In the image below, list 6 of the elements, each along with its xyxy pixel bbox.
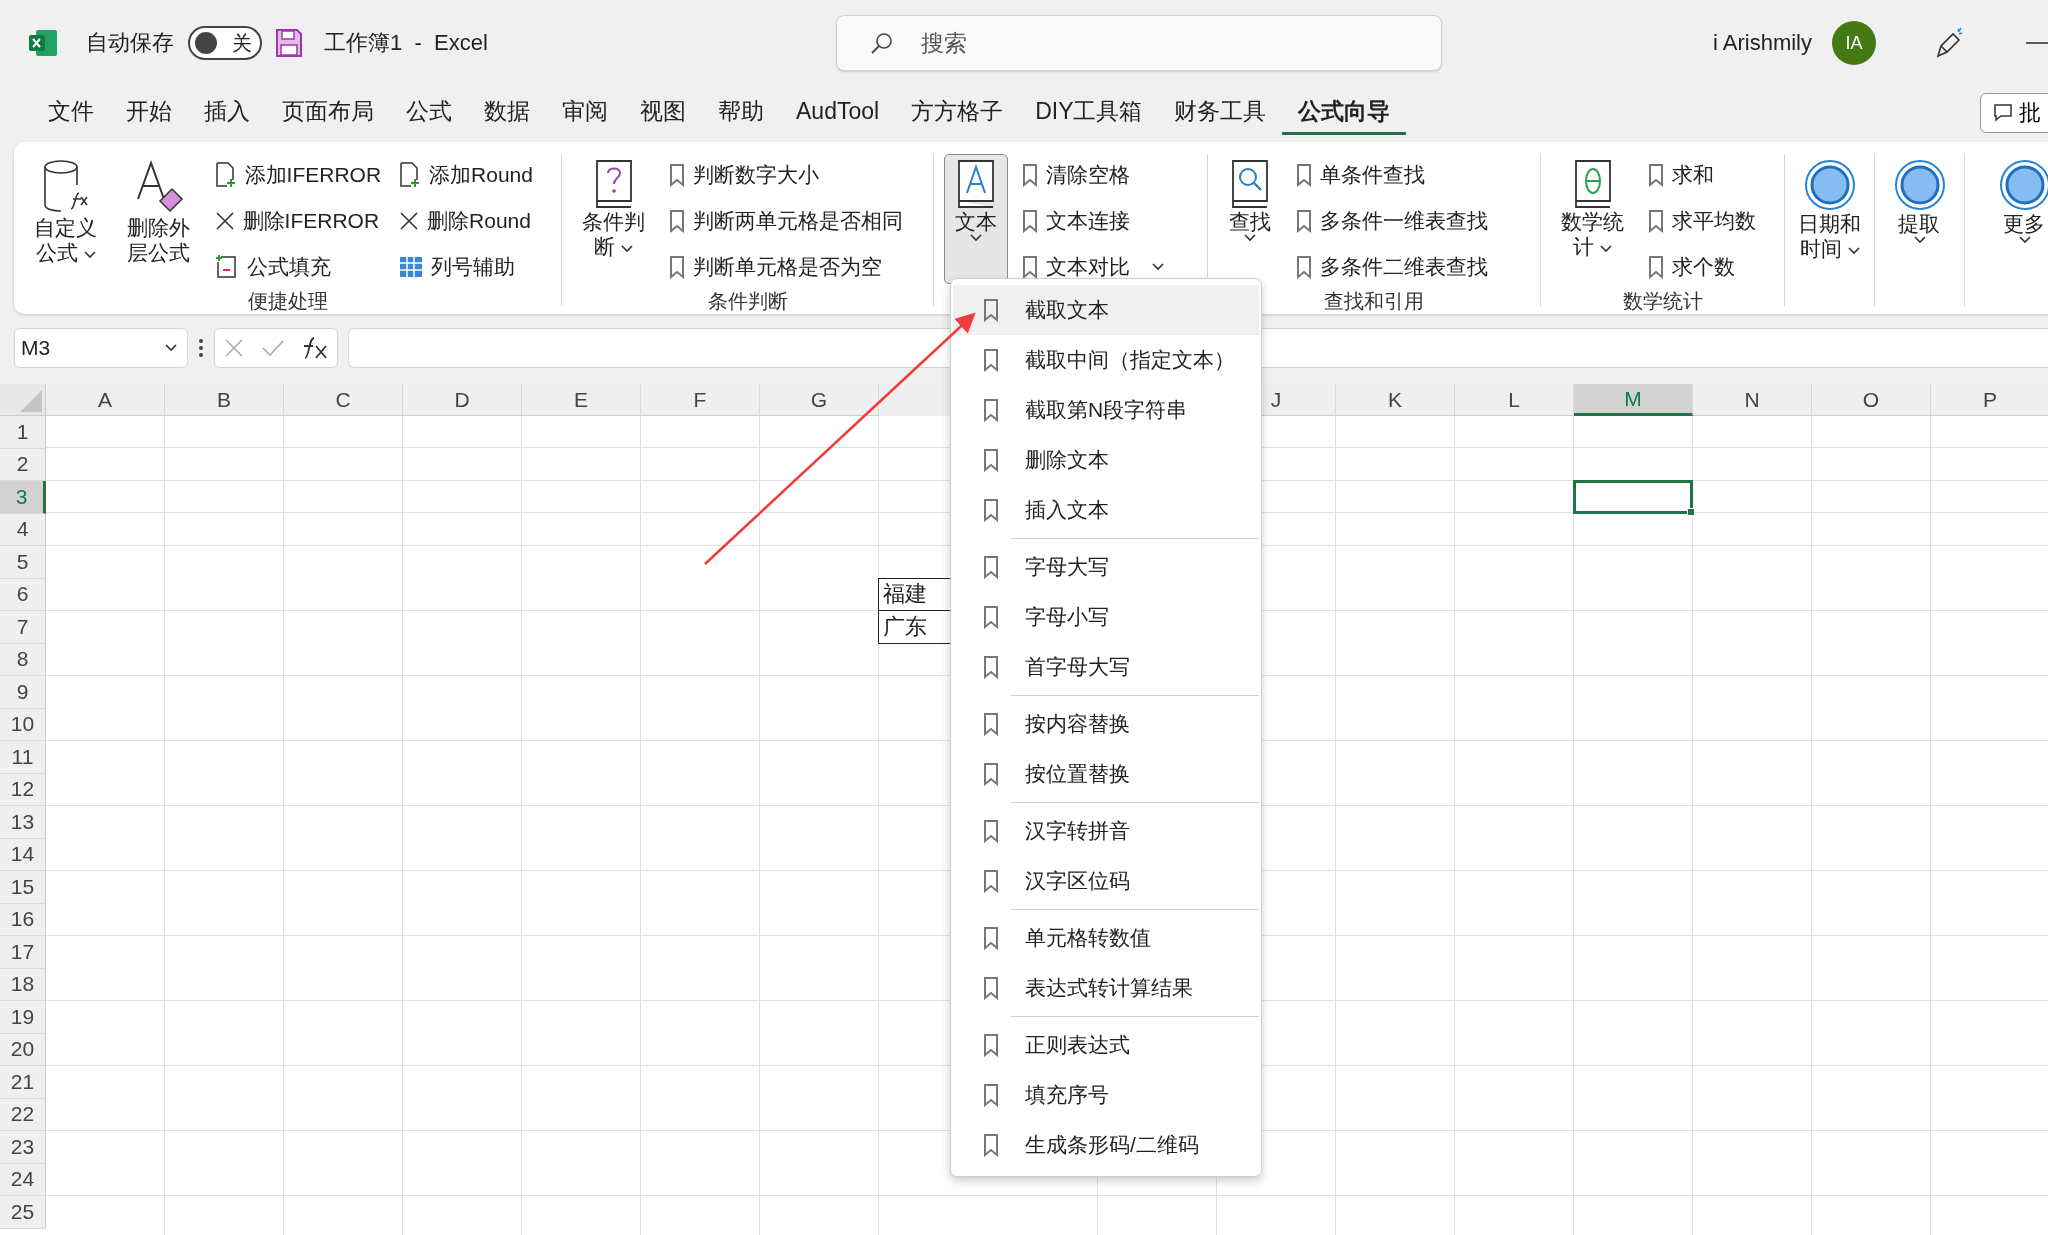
group-label: 查找和引用 — [1324, 289, 1424, 314]
autosave-label: 自动保存 — [86, 29, 174, 57]
window-title: 工作簿1 - Excel — [324, 29, 488, 57]
group-label: 条件判断 — [707, 289, 788, 314]
group-label: 数学统计 — [1622, 289, 1703, 314]
group-label: 便捷处理 — [247, 289, 328, 314]
